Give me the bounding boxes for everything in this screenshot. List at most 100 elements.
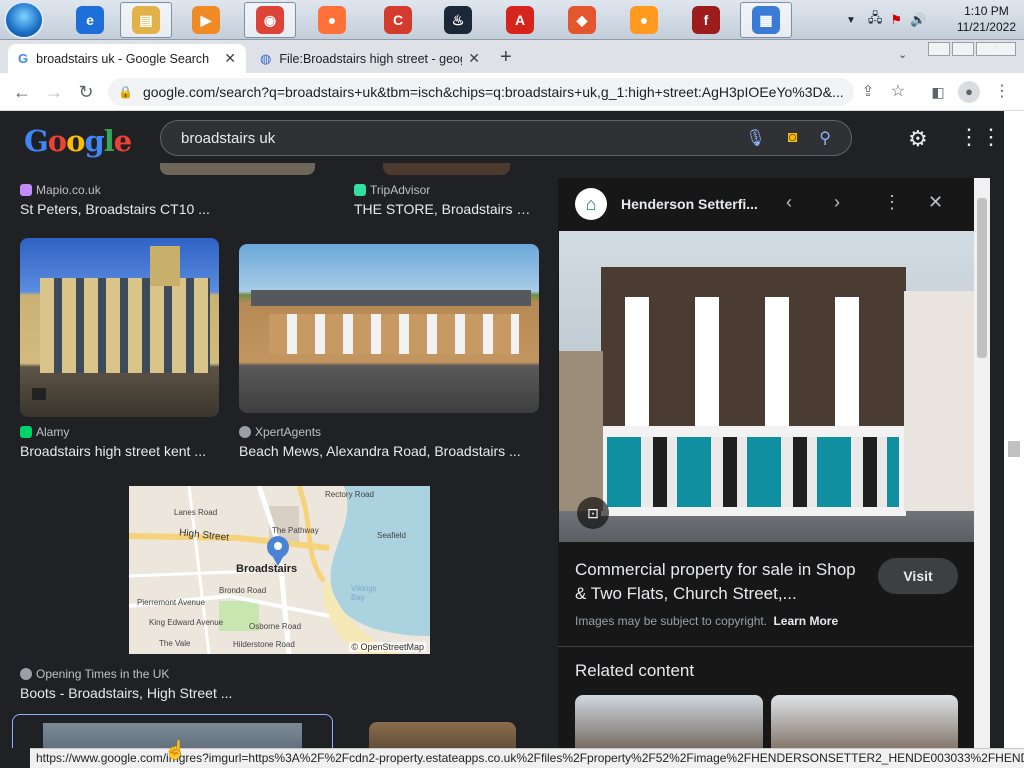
settings-gear-icon[interactable]: ⚙ [908, 126, 928, 152]
tab-wikimedia-file[interactable]: ◍ File:Broadstairs high street - geograp… [250, 44, 490, 73]
browser-menu-icon[interactable]: ⋮ [990, 81, 1014, 103]
result-source[interactable]: XpertAgents [239, 425, 321, 439]
next-arrow-icon[interactable]: › [834, 192, 840, 213]
new-tab-plus-icon[interactable]: + [500, 46, 512, 69]
related-thumbnail[interactable] [575, 695, 763, 748]
taskbar-media-player-button[interactable]: ▶ [180, 2, 232, 38]
page-scrollbar[interactable] [1004, 111, 1024, 748]
map-label-hilderstone: Hilderstone Road [233, 640, 295, 649]
google-doodle-logo[interactable]: Google [24, 124, 132, 158]
tab-close-icon[interactable]: ✕ [468, 50, 480, 67]
browser-toolbar: ← → ↻ 🔒 google.com/search?q=broadstairs+… [0, 73, 1024, 111]
bookmark-star-icon[interactable]: ☆ [886, 81, 910, 103]
side-panel-icon[interactable]: ◧ [926, 81, 950, 103]
google-favicon-icon: G [18, 51, 29, 66]
result-thumbnail-partial[interactable] [383, 163, 510, 175]
browser-tab-strip: G broadstairs uk - Google Search ✕ ◍ Fil… [0, 40, 1024, 73]
page-scrollbar-thumb[interactable] [1008, 441, 1020, 457]
lens-camera-icon[interactable]: ◙ [788, 129, 798, 147]
flash-icon: f [692, 6, 720, 34]
back-arrow-icon[interactable]: ← [10, 81, 34, 103]
result-source[interactable]: Opening Times in the UK [20, 667, 169, 681]
chrome-icon: ◉ [256, 6, 284, 34]
profile-avatar[interactable]: ● [958, 81, 980, 103]
copyright-notice: Images may be subject to copyright. Lear… [575, 614, 839, 628]
taskbar-internet-explorer-button[interactable]: e [64, 2, 116, 38]
address-url: google.com/search?q=broadstairs+uk&tbm=i… [142, 84, 844, 100]
search-box[interactable]: broadstairs uk 🎙 ◙ ⚲ [160, 120, 852, 156]
taskbar-chrome-button[interactable]: ◉ [244, 2, 296, 38]
window-minimize-button[interactable]: — [928, 42, 950, 56]
mouse-cursor-hand-icon: ☝ [164, 740, 187, 760]
forward-arrow-icon[interactable]: → [42, 81, 66, 103]
previous-arrow-icon[interactable]: ‹ [786, 192, 792, 213]
taskbar-steam-button[interactable]: ♨ [432, 2, 484, 38]
search-icon[interactable]: ⚲ [819, 128, 831, 148]
alamy-favicon-icon [20, 426, 32, 438]
file-explorer-icon: ▤ [132, 6, 160, 34]
panel-scrollbar[interactable] [974, 178, 990, 748]
result-source[interactable]: TripAdvisor [354, 183, 430, 197]
result-source[interactable]: Mapio.co.uk [20, 183, 101, 197]
lock-icon: 🔒 [118, 85, 133, 99]
apps-grid-icon[interactable]: ⋮⋮ [958, 124, 1002, 150]
result-thumbnail-building[interactable] [20, 238, 219, 417]
address-bar[interactable]: 🔒 google.com/search?q=broadstairs+uk&tbm… [108, 78, 854, 106]
media-player-icon: ▶ [192, 6, 220, 34]
taskbar-file-explorer-button[interactable]: ▤ [120, 2, 172, 38]
taskbar-flash-button[interactable]: f [680, 2, 732, 38]
taskbar-firefox-button[interactable]: ● [306, 2, 358, 38]
result-thumbnail-partial[interactable] [160, 163, 315, 175]
acrobat-icon: A [506, 6, 534, 34]
result-caption[interactable]: THE STORE, Broadstairs - ... [354, 201, 534, 217]
related-thumbnail[interactable] [771, 695, 958, 748]
result-caption[interactable]: Beach Mews, Alexandra Road, Broadstairs … [239, 443, 529, 459]
map-label-vale: The Vale [159, 639, 191, 648]
result-source[interactable]: Alamy [20, 425, 69, 439]
flag-icon[interactable]: ⚑ [890, 12, 902, 28]
tab-close-icon[interactable]: ✕ [224, 50, 236, 67]
reload-icon[interactable]: ↻ [74, 81, 98, 103]
network-icon[interactable]: 🖧 [868, 9, 883, 31]
microphone-icon[interactable]: 🎙 [745, 128, 765, 148]
taskbar-ccleaner-button[interactable]: C [372, 2, 424, 38]
share-icon[interactable]: ⇪ [856, 81, 880, 103]
map-label-pathway: The Pathway [272, 526, 319, 535]
map-label-pierremont: Pierremont Avenue [137, 598, 205, 607]
result-thumbnail-townhouses[interactable] [239, 244, 539, 413]
map-label-broadstairs: Broadstairs [236, 563, 298, 575]
result-caption[interactable]: Broadstairs high street kent ... [20, 443, 215, 459]
preview-main-image[interactable]: ⊡ [559, 231, 974, 542]
clock-date: 11/21/2022 [956, 20, 1016, 34]
result-thumbnail-partial[interactable] [369, 722, 516, 748]
taskbar-scratch-button[interactable]: ◆ [556, 2, 608, 38]
panel-image-title[interactable]: Commercial property for sale in Shop & T… [575, 558, 867, 606]
taskbar-firefox-dev-button[interactable]: ● [618, 2, 670, 38]
tab-google-search[interactable]: G broadstairs uk - Google Search ✕ [8, 44, 246, 73]
window-restore-button[interactable]: ❐ [952, 42, 974, 56]
panel-site-name[interactable]: Henderson Setterfi... [621, 196, 758, 212]
taskbar-control-panel-button[interactable]: ▦ [740, 2, 792, 38]
start-button[interactable] [4, 1, 44, 39]
window-close-button[interactable]: ✕ [976, 42, 1016, 56]
map-label-osborne: Osborne Road [249, 622, 302, 631]
map-label-brondo: Brondo Road [219, 586, 267, 595]
lens-search-icon[interactable]: ⊡ [577, 497, 609, 529]
image-badge-icon [32, 388, 46, 400]
volume-icon[interactable]: 🔊 [910, 12, 926, 28]
learn-more-link[interactable]: Learn More [773, 614, 838, 628]
close-icon[interactable]: ✕ [928, 192, 943, 213]
tab-search-chevron-icon[interactable]: ⌄ [898, 48, 907, 61]
clock[interactable]: 1:10 PM 11/21/2022 [957, 3, 1016, 35]
tab-title: broadstairs uk - Google Search [36, 51, 210, 66]
more-options-icon[interactable]: ⋮ [883, 192, 901, 213]
panel-scrollbar-thumb[interactable] [977, 198, 987, 358]
result-caption[interactable]: Boots - Broadstairs, High Street ... [20, 685, 250, 701]
result-thumbnail-map[interactable]: High Street Broadstairs Rectory Road The… [129, 486, 430, 654]
result-caption[interactable]: St Peters, Broadstairs CT10 ... [20, 201, 220, 217]
taskbar-acrobat-button[interactable]: A [494, 2, 546, 38]
visit-button[interactable]: Visit [878, 558, 958, 594]
steam-icon: ♨ [444, 6, 472, 34]
tray-expand-icon[interactable]: ▼ [846, 15, 856, 26]
clock-favicon-icon [20, 668, 32, 680]
